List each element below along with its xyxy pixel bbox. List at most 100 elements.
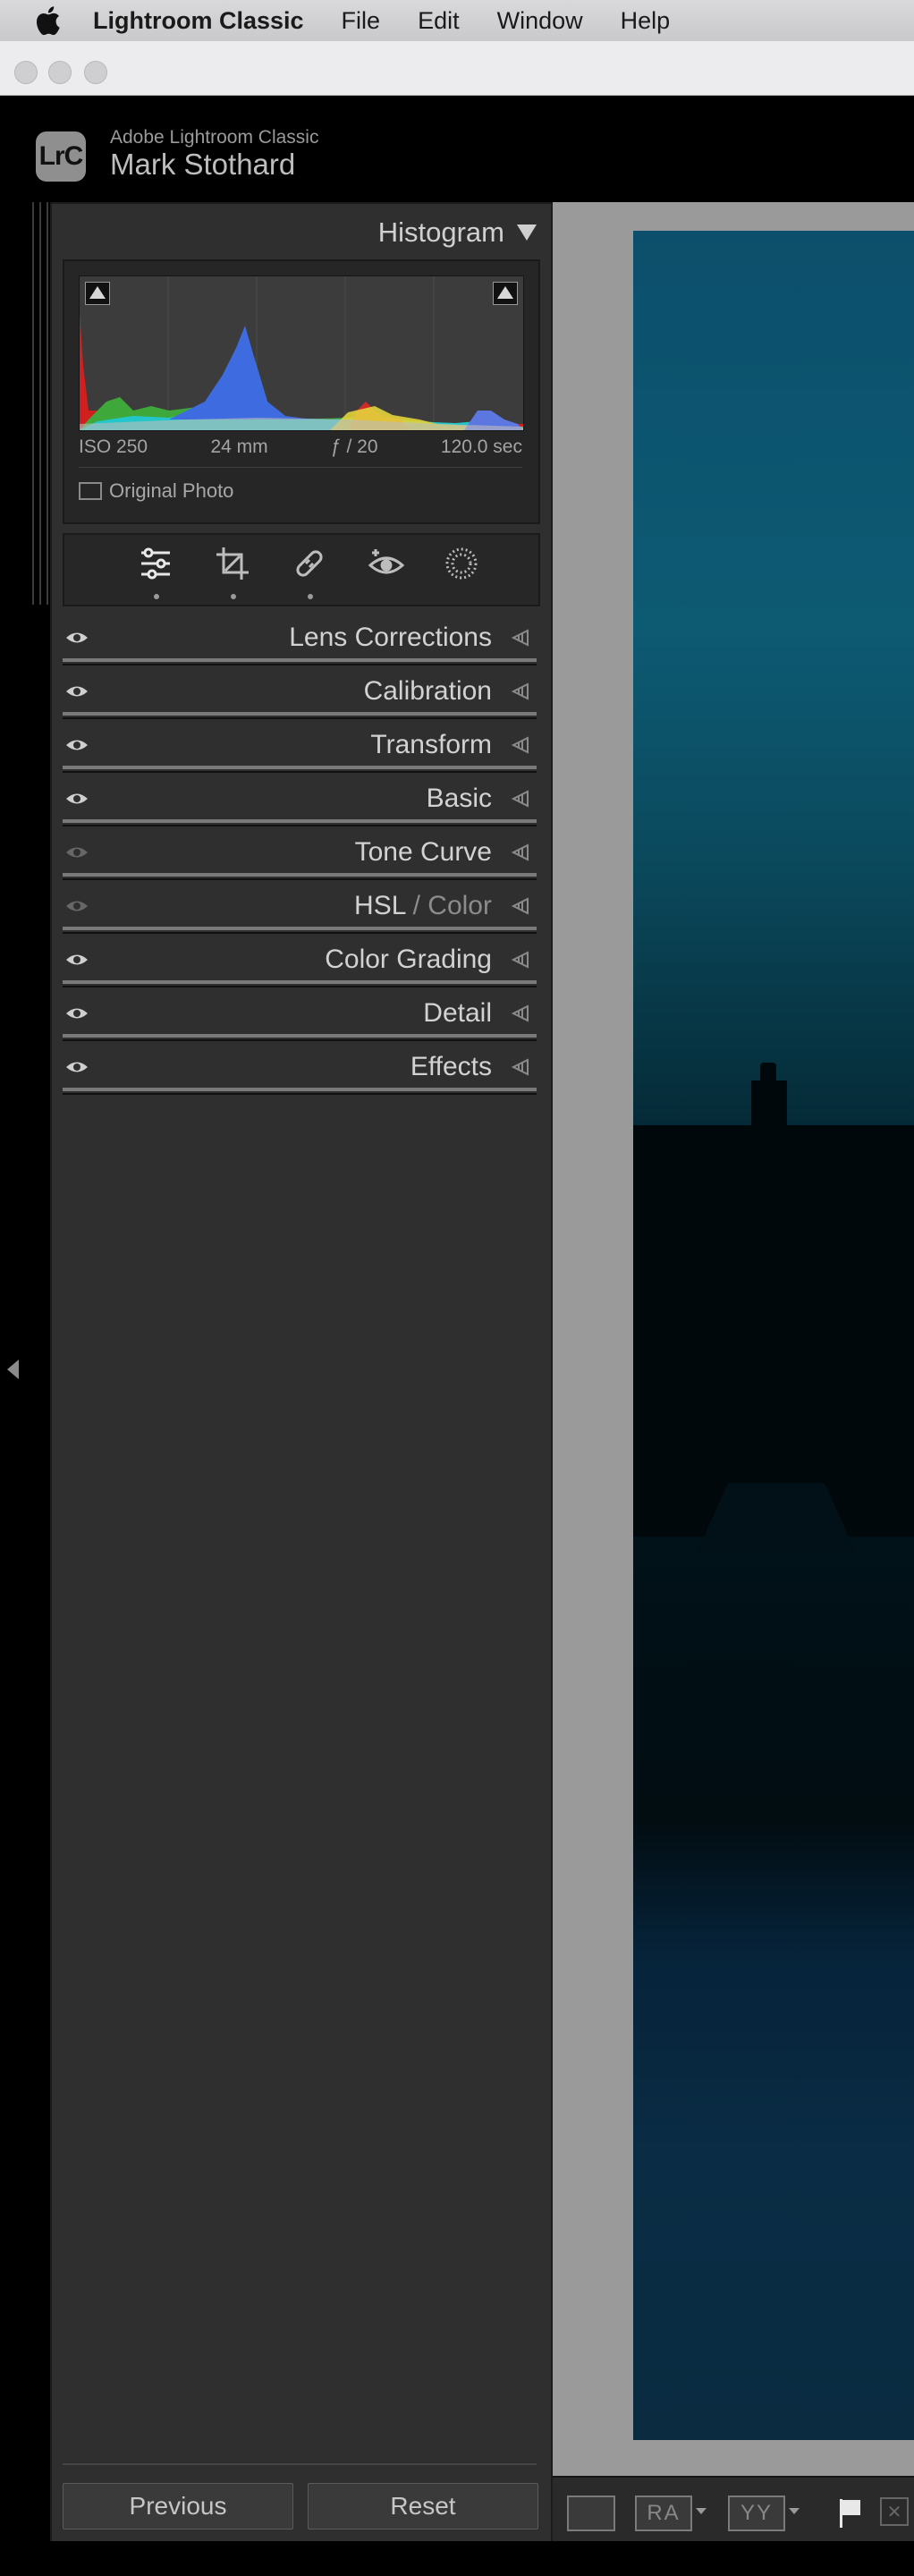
chevron-down-icon[interactable] [789, 2508, 800, 2514]
section-title: Basic [426, 784, 492, 813]
section-divider [63, 873, 537, 877]
speaker-triangle-icon[interactable] [510, 1004, 531, 1023]
menu-edit[interactable]: Edit [418, 7, 460, 35]
crop-icon[interactable] [213, 544, 252, 583]
masking-icon[interactable] [442, 544, 481, 583]
minimize-window-button[interactable] [48, 61, 72, 84]
section-title: Detail [423, 998, 492, 1028]
section-divider [63, 1034, 537, 1038]
red-eye-icon[interactable] [367, 544, 406, 583]
original-photo-toggle[interactable]: Original Photo [79, 479, 233, 503]
reset-button[interactable]: Reset [308, 2483, 538, 2529]
section-divider [63, 664, 537, 665]
eye-icon[interactable] [64, 843, 89, 862]
eye-icon[interactable] [64, 1057, 89, 1077]
menu-file[interactable]: File [342, 7, 381, 35]
bottom-toolbar: RA YY ✕ [553, 2476, 914, 2541]
eye-icon[interactable] [64, 789, 89, 809]
focal-length: 24 mm [210, 436, 268, 457]
photo-preview[interactable] [633, 231, 914, 2440]
section-divider [63, 658, 537, 662]
section-color-grading[interactable]: Color Grading [63, 936, 537, 987]
eye-icon[interactable] [64, 896, 89, 916]
before-after-split-button[interactable]: YY [728, 2496, 785, 2531]
color-tab[interactable]: Color [427, 891, 492, 920]
speaker-triangle-icon[interactable] [510, 950, 531, 970]
edit-sliders-icon[interactable] [136, 544, 175, 583]
section-effects[interactable]: Effects [63, 1043, 537, 1095]
section-divider [63, 980, 537, 984]
section-divider [63, 1039, 537, 1041]
reject-flag-icon[interactable]: ✕ [880, 2497, 909, 2526]
section-divider [63, 717, 537, 719]
eye-icon[interactable] [64, 735, 89, 755]
tool-strip [63, 533, 540, 606]
divider [63, 2463, 537, 2465]
section-divider [63, 927, 537, 930]
section-divider [63, 1093, 537, 1095]
speaker-triangle-icon[interactable] [510, 735, 531, 755]
section-divider [63, 932, 537, 934]
hsl-tab[interactable]: HSL [354, 891, 405, 920]
section-transform[interactable]: Transform [63, 721, 537, 773]
original-photo-checkbox[interactable] [79, 482, 102, 500]
healing-icon[interactable] [290, 544, 329, 583]
image-view[interactable] [553, 202, 914, 2539]
histogram-title: Histogram [377, 216, 504, 248]
user-name: Mark Stothard [110, 148, 296, 181]
highlight-clipping-icon[interactable] [493, 282, 518, 305]
section-title: Lens Corrections [289, 623, 492, 652]
aperture-value: ƒ / 20 [331, 436, 378, 457]
eye-icon[interactable] [64, 950, 89, 970]
section-divider [63, 878, 537, 880]
eye-icon[interactable] [64, 628, 89, 648]
close-window-button[interactable] [14, 61, 38, 84]
eye-icon[interactable] [64, 1004, 89, 1023]
section-divider [63, 771, 537, 773]
section-calibration[interactable]: Calibration [63, 667, 537, 719]
menu-window[interactable]: Window [497, 7, 583, 35]
menu-app-name[interactable]: Lightroom Classic [93, 7, 304, 35]
tool-indicator-dot [308, 594, 313, 599]
section-divider [63, 819, 537, 823]
lrc-logo-icon: LrC [36, 131, 86, 182]
collapse-triangle-icon[interactable] [517, 225, 537, 241]
before-after-button[interactable]: RA [635, 2496, 692, 2531]
shadow-clipping-icon[interactable] [85, 282, 110, 305]
section-detail[interactable]: Detail [63, 989, 537, 1041]
loupe-view-button[interactable] [567, 2496, 615, 2531]
chevron-down-icon[interactable] [696, 2508, 707, 2514]
section-divider [63, 825, 537, 826]
tool-indicator-dot [231, 594, 236, 599]
section-basic[interactable]: Basic [63, 775, 537, 826]
window-bottom-edge [0, 2541, 914, 2576]
speaker-triangle-icon[interactable] [510, 682, 531, 701]
section-lens-corrections[interactable]: Lens Corrections [63, 614, 537, 665]
histogram-graph[interactable] [79, 275, 524, 431]
panel-edge-line [39, 202, 41, 605]
panel-edge-line [32, 202, 34, 605]
collapse-left-panel-icon[interactable] [7, 1360, 19, 1379]
histogram-box: ISO 250 24 mm ƒ / 20 120.0 sec Original … [63, 259, 540, 524]
section-title: Effects [410, 1052, 492, 1081]
eye-icon[interactable] [64, 682, 89, 701]
histogram-header[interactable]: Histogram [378, 216, 537, 249]
exif-info: ISO 250 24 mm ƒ / 20 120.0 sec [79, 436, 522, 458]
section-divider [63, 712, 537, 716]
flag-icon[interactable] [837, 2497, 864, 2529]
speaker-triangle-icon[interactable] [510, 789, 531, 809]
speaker-triangle-icon[interactable] [510, 628, 531, 648]
speaker-triangle-icon[interactable] [510, 843, 531, 862]
section-tone-curve[interactable]: Tone Curve [63, 828, 537, 880]
speaker-triangle-icon[interactable] [510, 1057, 531, 1077]
identity-plate: LrC Adobe Lightroom Classic Mark Stothar… [0, 96, 914, 203]
building-silhouette [633, 1125, 914, 1537]
previous-button[interactable]: Previous [63, 2483, 293, 2529]
tool-indicator-dot [154, 594, 159, 599]
menu-help[interactable]: Help [621, 7, 671, 35]
apple-logo-icon[interactable] [34, 5, 61, 36]
zoom-window-button[interactable] [84, 61, 107, 84]
section-hsl-color[interactable]: HSL / Color [63, 882, 537, 934]
section-divider [63, 766, 537, 769]
speaker-triangle-icon[interactable] [510, 896, 531, 916]
